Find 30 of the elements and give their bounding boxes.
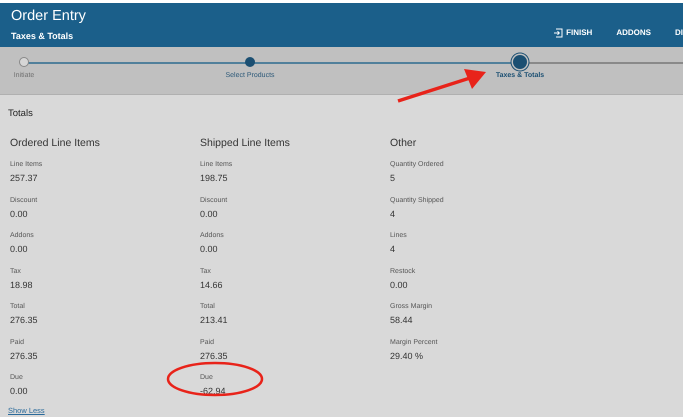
field-value: 0.00 — [10, 208, 29, 220]
field-value: 198.75 — [200, 173, 229, 184]
field-value: 276.35 — [10, 350, 39, 362]
exit-icon — [553, 28, 564, 38]
field-value: 5 — [390, 173, 396, 184]
group-title: Shipped Line Items — [200, 136, 291, 152]
field-value: 0.00 — [10, 386, 29, 397]
toolbar-button[interactable]: DI — [675, 18, 683, 47]
field-value: 58.44 — [390, 315, 414, 326]
page-subtitle: Taxes & Totals — [11, 30, 74, 43]
toolbar-button[interactable]: FINISH — [553, 18, 592, 47]
field-value: 4 — [390, 244, 396, 255]
field-value: 4 — [390, 208, 396, 220]
field-value: 14.66 — [200, 280, 224, 290]
app-title: Order Entry — [11, 8, 86, 25]
field-value: 0.00 — [10, 244, 29, 255]
field-value: 213.41 — [200, 315, 229, 326]
group-title: Other — [390, 136, 418, 152]
field-value: 29.40 % — [390, 350, 424, 362]
field-value: 0.00 — [390, 280, 409, 290]
field-value: 276.35 — [200, 350, 229, 362]
field-value: 18.98 — [10, 280, 34, 290]
group-title: Ordered Line Items — [10, 136, 101, 152]
field-value: 276.35 — [10, 315, 39, 326]
field-value: 0.00 — [200, 208, 219, 220]
toolbar-button[interactable]: ADDONS — [616, 18, 651, 47]
field-value: -62.94 — [200, 386, 227, 397]
field-value: 0.00 — [200, 244, 219, 255]
section-title: Totals — [7, 107, 34, 121]
field-value: 257.37 — [10, 173, 39, 184]
